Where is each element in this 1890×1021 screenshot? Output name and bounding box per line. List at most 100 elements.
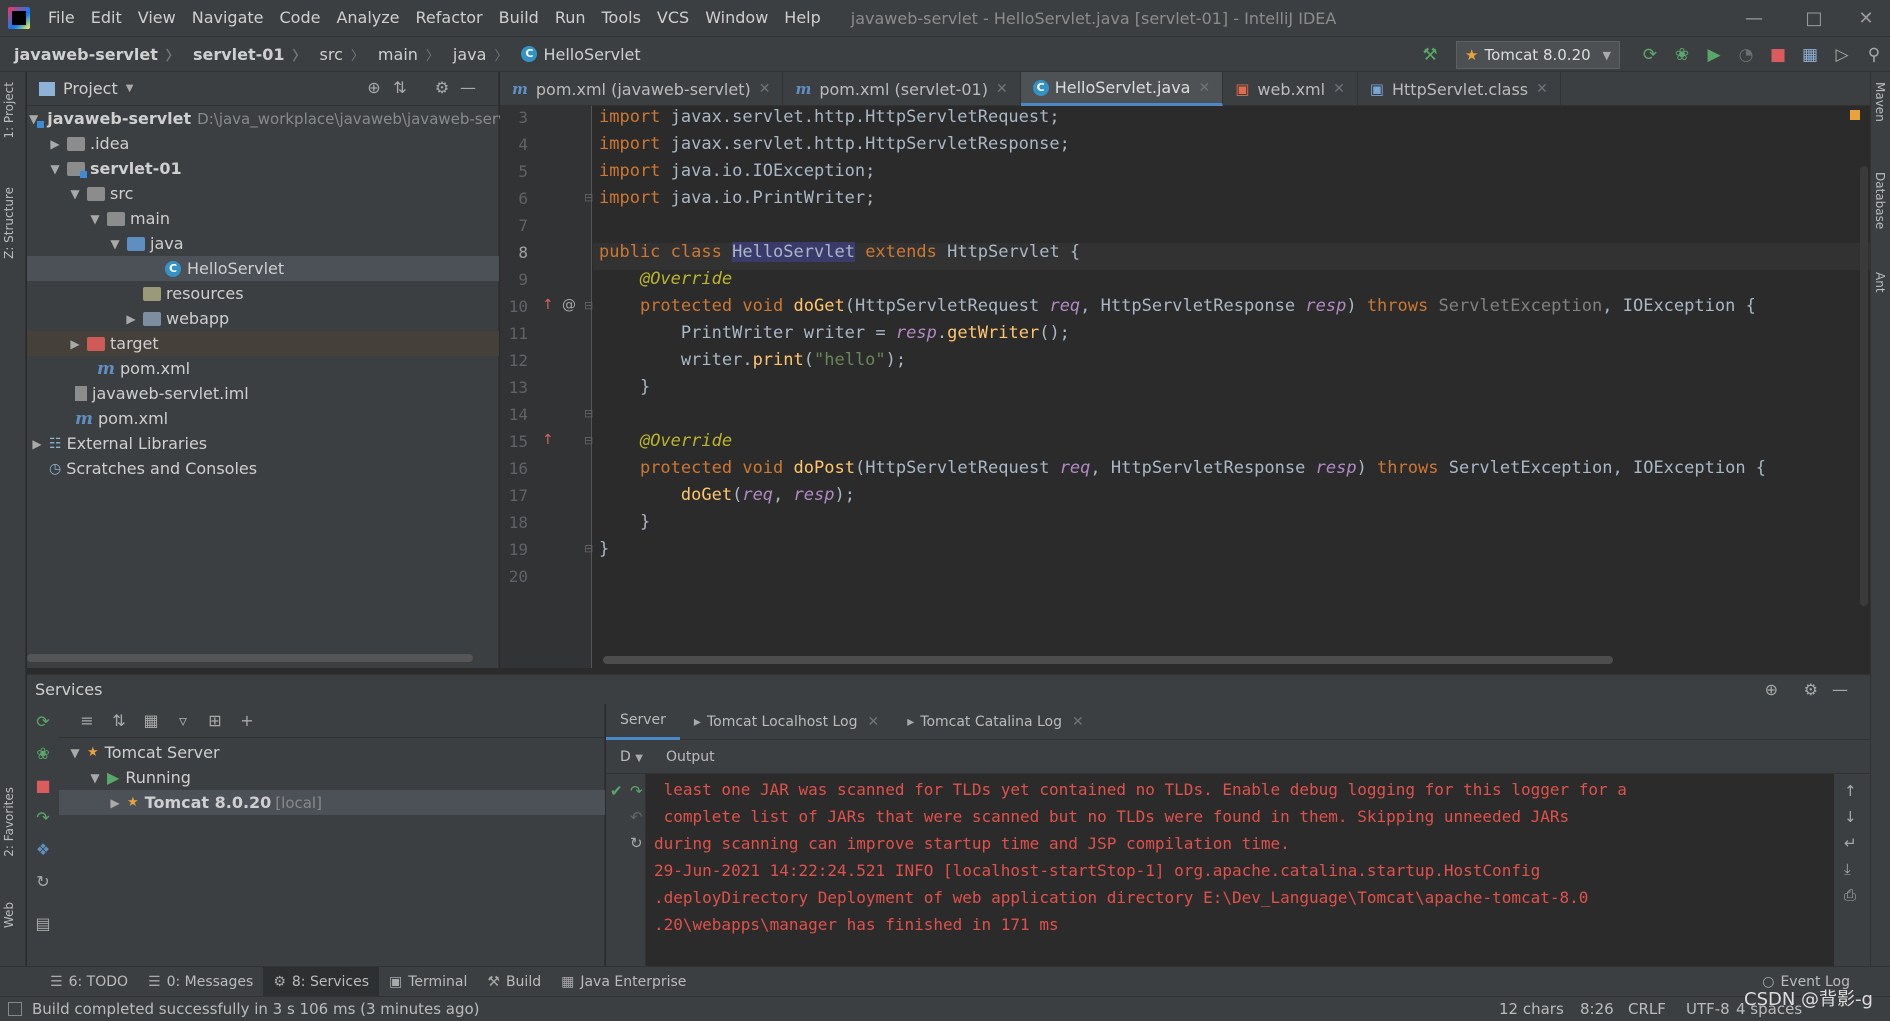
close-icon[interactable]: ✕ xyxy=(1333,81,1345,97)
tree-item-helloservlet[interactable]: C HelloServlet xyxy=(27,256,499,281)
group-by-icon[interactable]: ▦ xyxy=(135,711,167,730)
close-icon[interactable]: ✕ xyxy=(868,714,880,730)
menu-navigate[interactable]: Navigate xyxy=(184,0,272,36)
hide-panel-icon[interactable]: — xyxy=(457,78,479,100)
expanded-arrow-icon[interactable]: ▼ xyxy=(107,237,123,251)
tool-tab-structure[interactable]: Z: Structure xyxy=(2,187,16,259)
project-panel-title[interactable]: Project xyxy=(63,79,118,98)
menu-help[interactable]: Help xyxy=(776,0,828,36)
refresh-icon[interactable]: ↻ xyxy=(33,872,53,892)
rerun-icon[interactable]: ⟳ xyxy=(1634,39,1666,71)
annotation-marker-icon[interactable]: @ xyxy=(562,297,576,313)
refresh-icon[interactable]: ↻ xyxy=(630,834,643,852)
tree-item-resources[interactable]: resources xyxy=(27,281,499,306)
locate-icon[interactable]: ⊕ xyxy=(363,78,385,100)
collapsed-arrow-icon[interactable]: ▶ xyxy=(67,337,83,351)
collapsed-arrow-icon[interactable]: ▶ xyxy=(47,137,63,151)
tab-catalina-log[interactable]: ▸ Tomcat Catalina Log ✕ xyxy=(893,704,1097,740)
tool-tab-database[interactable]: Database xyxy=(1873,172,1887,229)
editor-gutter[interactable]: 3 4 5 6 7 8 9 10 11 12 13 14 15 16 17 18… xyxy=(500,106,593,668)
print-icon[interactable]: ⎙ xyxy=(1844,886,1856,904)
tool-tab-favorites[interactable]: 2: Favorites xyxy=(2,787,16,857)
tool-tab-terminal[interactable]: ▣ Terminal xyxy=(379,967,477,997)
debug-icon[interactable]: ❀ xyxy=(33,744,53,764)
tab-server[interactable]: Server xyxy=(606,704,680,740)
undeploy-icon[interactable]: ↶ xyxy=(630,808,643,826)
menu-vcs[interactable]: VCS xyxy=(649,0,697,36)
expand-all-icon[interactable]: ≡ xyxy=(71,711,103,730)
tool-tab-project[interactable]: 1: Project xyxy=(2,82,16,139)
close-icon[interactable]: ✕ xyxy=(1198,80,1210,96)
new-tab-icon[interactable]: ⊞ xyxy=(199,711,231,730)
tab-httpservlet-class[interactable]: ▣ HttpServlet.class ✕ xyxy=(1358,72,1561,106)
close-icon[interactable]: ✕ xyxy=(1072,714,1084,730)
breadcrumb-java[interactable]: java 〉 xyxy=(439,45,508,64)
tool-tab-todo[interactable]: ☰ 6: TODO xyxy=(40,967,138,997)
file-encoding[interactable]: UTF-8 xyxy=(1686,997,1730,1021)
vertical-scrollbar[interactable] xyxy=(1860,166,1868,606)
menu-file[interactable]: File xyxy=(40,0,83,36)
rerun-icon[interactable]: ⟳ xyxy=(33,712,53,732)
menu-build[interactable]: Build xyxy=(491,0,547,36)
tab-localhost-log[interactable]: ▸ Tomcat Localhost Log ✕ xyxy=(680,704,893,740)
menu-code[interactable]: Code xyxy=(272,0,329,36)
tree-item-javaweb-servlet[interactable]: ▼ javaweb-servlet D:\java_workplace\java… xyxy=(27,106,507,131)
warning-marker-icon[interactable] xyxy=(1850,110,1860,120)
tree-item-main[interactable]: ▼ main xyxy=(27,206,499,231)
tree-item-webapp[interactable]: ▶ webapp xyxy=(27,306,499,331)
tool-tab-web[interactable]: Web xyxy=(2,902,16,928)
tree-item-pom-root[interactable]: m pom.xml xyxy=(27,406,499,431)
tree-item-java[interactable]: ▼ java xyxy=(27,231,499,256)
add-service-icon[interactable]: + xyxy=(231,711,263,730)
expanded-arrow-icon[interactable]: ▼ xyxy=(47,162,63,176)
line-separator[interactable]: CRLF xyxy=(1628,997,1666,1021)
tab-pom-javaweb-servlet[interactable]: m pom.xml (javaweb-servlet) ✕ xyxy=(500,72,784,106)
build-hammer-icon[interactable]: ⚒ xyxy=(1414,39,1446,71)
profile-icon[interactable]: ◔ xyxy=(1730,39,1762,71)
menu-tools[interactable]: Tools xyxy=(594,0,649,36)
minimize-icon[interactable]: — xyxy=(1726,0,1782,36)
gear-icon[interactable]: ⚙ xyxy=(431,78,453,100)
close-icon[interactable]: ✕ xyxy=(759,81,771,97)
horizontal-scrollbar[interactable] xyxy=(603,656,1613,664)
tree-item-servlet-01[interactable]: ▼ servlet-01 xyxy=(27,156,499,181)
service-tomcat-instance[interactable]: ▶ ★ Tomcat 8.0.20 [local] xyxy=(59,790,605,815)
arrow-up-icon[interactable]: ↑ xyxy=(1844,782,1857,800)
collapse-all-icon[interactable]: ⇅ xyxy=(103,711,135,730)
coverage-icon[interactable]: ▶ xyxy=(1698,39,1730,71)
tree-item-idea[interactable]: ▶ .idea xyxy=(27,131,499,156)
search-icon[interactable]: ⚲ xyxy=(1858,39,1890,71)
fold-icon[interactable]: ⊟ xyxy=(584,542,593,555)
stop-icon[interactable]: ■ xyxy=(1762,39,1794,71)
collapsed-arrow-icon[interactable]: ▶ xyxy=(123,312,139,326)
tree-item-iml[interactable]: javaweb-servlet.iml xyxy=(27,381,499,406)
fold-icon[interactable]: ⊟ xyxy=(584,191,593,204)
menu-analyze[interactable]: Analyze xyxy=(328,0,407,36)
artifact-icon[interactable]: ❖ xyxy=(33,840,53,860)
deploy-icon[interactable]: ↷ xyxy=(33,808,53,828)
fold-icon[interactable]: ⊟ xyxy=(584,434,593,447)
expanded-arrow-icon[interactable]: ▼ xyxy=(67,746,83,760)
collapse-all-icon[interactable]: ⇅ xyxy=(389,78,411,100)
fold-icon[interactable]: ⊟ xyxy=(584,407,593,420)
project-structure-icon[interactable]: ▦ xyxy=(1794,39,1826,71)
breadcrumb-main[interactable]: main 〉 xyxy=(364,45,439,64)
horizontal-scrollbar[interactable] xyxy=(27,654,473,662)
menu-edit[interactable]: Edit xyxy=(83,0,130,36)
tool-tab-messages[interactable]: ☰ 0: Messages xyxy=(138,967,263,997)
tree-item-pom-module[interactable]: m pom.xml xyxy=(27,356,499,381)
tree-item-src[interactable]: ▼ src xyxy=(27,181,499,206)
fold-icon[interactable]: ⊟ xyxy=(584,299,593,312)
run-config-select[interactable]: ★ Tomcat 8.0.20 ▼ xyxy=(1456,41,1620,69)
collapsed-arrow-icon[interactable]: ▶ xyxy=(29,437,45,451)
tree-item-external-libraries[interactable]: ▶ ☷ External Libraries xyxy=(27,431,499,456)
filter-icon[interactable]: ▿ xyxy=(167,711,199,730)
layout-icon[interactable]: ▤ xyxy=(33,914,53,934)
menu-run[interactable]: Run xyxy=(547,0,594,36)
tab-web-xml[interactable]: ▣ web.xml ✕ xyxy=(1223,72,1358,106)
close-icon[interactable]: ✕ xyxy=(1536,81,1548,97)
menu-refactor[interactable]: Refactor xyxy=(408,0,491,36)
status-message[interactable]: Build completed successfully in 3 s 106 … xyxy=(32,1000,480,1018)
stop-icon[interactable]: ■ xyxy=(33,776,53,796)
tool-tab-ant[interactable]: Ant xyxy=(1873,272,1887,293)
